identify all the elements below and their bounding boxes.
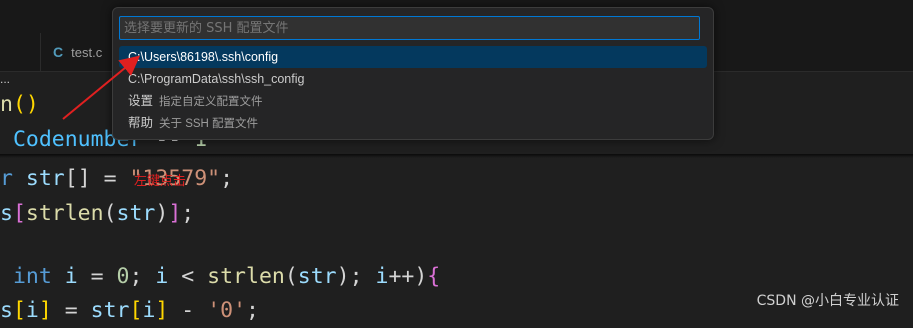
annotation-label: 左键点击 [134,174,187,189]
watermark: CSDN @小白专业认证 [756,293,899,309]
annotation-arrow-icon [62,55,141,120]
